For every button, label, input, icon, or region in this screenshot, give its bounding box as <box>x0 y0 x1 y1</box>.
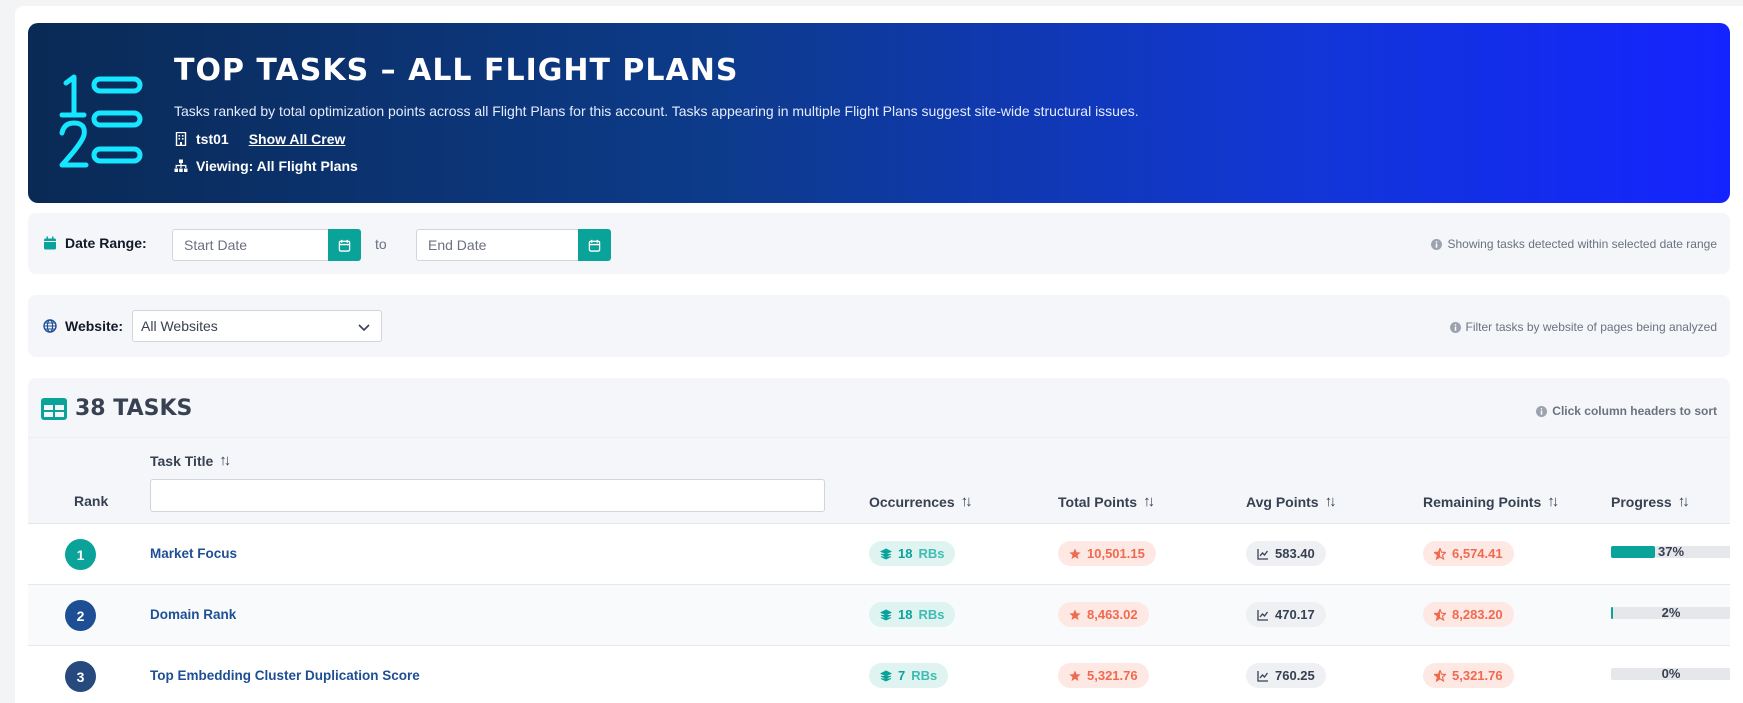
table-row[interactable]: 3 Top Embedding Cluster Duplication Scor… <box>28 645 1730 703</box>
website-filter: Website: All Websites Filter tasks by we… <box>28 295 1730 357</box>
date-range-filter: Date Range: Start Date to End Date Showi… <box>28 213 1730 274</box>
chart-line-icon <box>1257 609 1269 621</box>
website-select-value: All Websites <box>141 318 218 334</box>
tasks-panel: 38 Tasks Click column headers to sort Ra… <box>28 378 1730 703</box>
star-icon <box>1069 609 1081 620</box>
account-name: tst01 <box>196 131 229 147</box>
column-rank: Rank <box>74 493 109 509</box>
building-icon <box>175 132 187 146</box>
rank-badge: 3 <box>65 661 96 692</box>
progress-bar: 2% <box>1611 605 1730 620</box>
occurrences-badge: 18 RBs <box>869 602 956 627</box>
task-title-link[interactable]: Top Embedding Cluster Duplication Score <box>150 668 420 683</box>
sort-icon: ↑↓ <box>219 452 231 469</box>
task-title-link[interactable]: Market Focus <box>150 546 237 561</box>
column-remaining-points[interactable]: Remaining Points ↑↓ <box>1423 493 1559 510</box>
task-title-filter-input[interactable] <box>150 479 825 512</box>
star-icon <box>1069 548 1081 559</box>
table-header: Rank Task Title ↑↓ Occurrences ↑↓ Total … <box>28 437 1730 523</box>
chevron-down-icon <box>358 324 370 332</box>
rank-badge: 2 <box>65 600 96 631</box>
date-range-hint: Showing tasks detected within selected d… <box>1431 237 1717 251</box>
page: Top Tasks – All Flight Plans Tasks ranke… <box>15 6 1743 703</box>
avg-points-badge: 583.40 <box>1246 541 1326 566</box>
viewing-line: Viewing: All Flight Plans <box>174 158 358 174</box>
rank-badge: 1 <box>65 539 96 570</box>
occurrences-badge: 7 RBs <box>869 663 949 688</box>
column-total-points[interactable]: Total Points ↑↓ <box>1058 493 1155 510</box>
start-date-picker-button[interactable] <box>328 229 361 261</box>
layers-icon <box>880 547 892 560</box>
layers-icon <box>880 669 892 682</box>
chart-line-icon <box>1257 548 1269 560</box>
remaining-points-badge: 5,321.76 <box>1423 663 1514 688</box>
remaining-points-badge: 8,283.20 <box>1423 602 1514 627</box>
info-icon <box>1431 238 1443 250</box>
tasks-title: 38 Tasks <box>41 396 192 421</box>
column-task-title[interactable]: Task Title ↑↓ <box>150 452 231 469</box>
sort-icon: ↑↓ <box>1547 493 1559 510</box>
table-row[interactable]: 1 Market Focus 18 RBs 10,501.15 583.40 6… <box>28 523 1730 584</box>
occurrences-badge: 18 RBs <box>869 541 956 566</box>
total-points-badge: 8,463.02 <box>1058 602 1149 627</box>
end-date-input[interactable]: End Date <box>416 229 579 261</box>
globe-icon <box>43 319 57 333</box>
avg-points-badge: 760.25 <box>1246 663 1326 688</box>
sitemap-icon <box>174 159 188 172</box>
task-title-link[interactable]: Domain Rank <box>150 607 236 622</box>
website-select[interactable]: All Websites <box>132 310 382 342</box>
total-points-badge: 5,321.76 <box>1058 663 1149 688</box>
star-icon <box>1069 670 1081 681</box>
progress-label: 37% <box>1657 544 1685 559</box>
table-row[interactable]: 2 Domain Rank 18 RBs 8,463.02 470.17 8,2… <box>28 584 1730 645</box>
website-hint: Filter tasks by website of pages being a… <box>1449 320 1717 334</box>
column-progress[interactable]: Progress ↑↓ <box>1611 493 1690 510</box>
page-header: Top Tasks – All Flight Plans Tasks ranke… <box>28 23 1730 203</box>
star-half-icon <box>1434 547 1446 560</box>
table-icon <box>41 397 67 420</box>
calendar-icon <box>588 239 601 252</box>
page-title: Top Tasks – All Flight Plans <box>174 53 739 88</box>
remaining-points-badge: 6,574.41 <box>1423 541 1514 566</box>
end-date-picker-button[interactable] <box>578 229 611 261</box>
website-label: Website: <box>43 318 123 334</box>
info-icon <box>1536 405 1548 417</box>
star-half-icon <box>1434 669 1446 682</box>
start-date-input[interactable]: Start Date <box>172 229 329 261</box>
progress-label: 0% <box>1661 666 1681 681</box>
page-description: Tasks ranked by total optimization point… <box>174 103 1139 119</box>
star-half-icon <box>1434 608 1446 621</box>
column-occurrences[interactable]: Occurrences ↑↓ <box>869 493 973 510</box>
progress-label: 2% <box>1661 605 1681 620</box>
calendar-icon <box>44 236 56 250</box>
progress-bar: 0% <box>1611 666 1730 681</box>
account-line: tst01 Show All Crew <box>174 131 345 147</box>
show-all-crew-link[interactable]: Show All Crew <box>249 131 346 147</box>
column-avg-points[interactable]: Avg Points ↑↓ <box>1246 493 1337 510</box>
progress-bar: 37% <box>1611 544 1730 559</box>
chart-line-icon <box>1257 670 1269 682</box>
date-separator: to <box>375 236 387 252</box>
sort-hint: Click column headers to sort <box>1536 404 1717 418</box>
numbered-list-icon <box>59 74 143 168</box>
sort-icon: ↑↓ <box>1143 493 1155 510</box>
sort-icon: ↑↓ <box>1324 493 1337 510</box>
layers-icon <box>880 608 892 621</box>
sort-icon: ↑↓ <box>960 493 973 510</box>
avg-points-badge: 470.17 <box>1246 602 1326 627</box>
date-range-label: Date Range: <box>43 235 147 251</box>
total-points-badge: 10,501.15 <box>1058 541 1156 566</box>
sort-icon: ↑↓ <box>1677 493 1690 510</box>
info-icon <box>1449 321 1461 333</box>
viewing-label: Viewing: All Flight Plans <box>196 158 358 174</box>
calendar-icon <box>338 239 351 252</box>
